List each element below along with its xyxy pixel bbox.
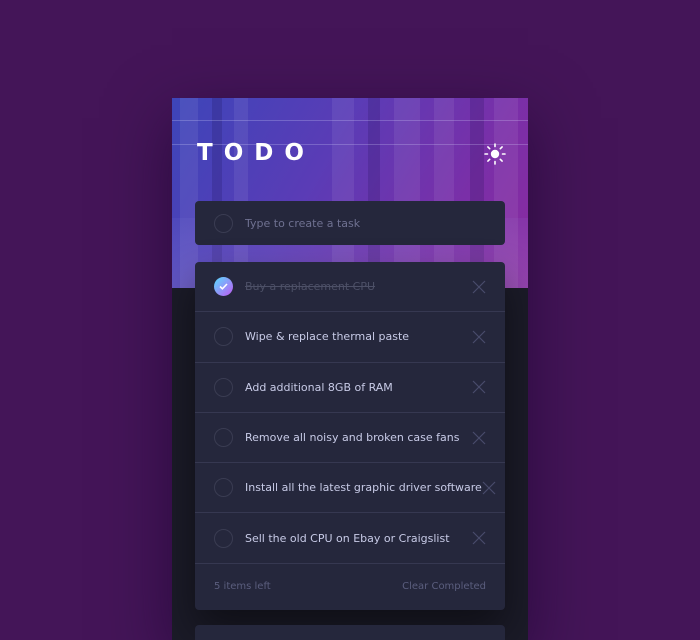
todo-item[interactable]: Remove all noisy and broken case fans [195,413,505,464]
todo-item[interactable]: Buy a replacement CPU [195,262,505,313]
todo-checkbox[interactable] [214,327,233,347]
todo-item[interactable]: Wipe & replace thermal paste [195,312,505,363]
close-icon[interactable] [472,531,486,545]
close-icon[interactable] [472,431,486,445]
todo-text: Add additional 8GB of RAM [245,380,393,394]
todo-checkbox[interactable] [214,528,233,548]
todo-app: TODO Type to create a task Buy a replace… [172,98,528,640]
todo-item[interactable]: Add additional 8GB of RAM [195,363,505,413]
clear-completed-button[interactable]: Clear Completed [402,581,486,592]
app-title: TODO [197,140,315,166]
todo-item[interactable]: Install all the latest graphic driver so… [195,463,505,514]
list-footer: 5 items left Clear Completed [195,564,505,610]
todo-checkbox[interactable] [214,277,233,297]
todo-checkbox[interactable] [214,478,233,498]
new-task-circle [214,213,233,233]
check-icon [219,283,228,291]
close-icon[interactable] [482,481,496,495]
close-icon[interactable] [472,280,486,294]
todo-text: Buy a replacement CPU [245,280,376,294]
close-icon[interactable] [472,330,486,344]
todo-text: Remove all noisy and broken case fans [245,431,460,445]
todo-checkbox[interactable] [214,377,233,397]
new-task-bar [195,201,505,245]
todo-text: Sell the old CPU on Ebay or Craigslist [245,531,450,545]
new-task-input[interactable] [245,216,475,230]
todo-checkbox[interactable] [214,428,233,448]
todo-list: Buy a replacement CPU Wipe & replace the… [195,262,505,610]
todo-text: Install all the latest graphic driver so… [245,481,482,495]
close-icon[interactable] [472,380,486,394]
filter-bar [195,625,505,640]
todo-item[interactable]: Sell the old CPU on Ebay or Craigslist [195,513,505,564]
items-left-count: 5 items left [214,581,271,593]
todo-text: Wipe & replace thermal paste [245,330,410,344]
header-background-image: TODO [172,98,528,288]
sun-icon[interactable] [483,142,507,166]
